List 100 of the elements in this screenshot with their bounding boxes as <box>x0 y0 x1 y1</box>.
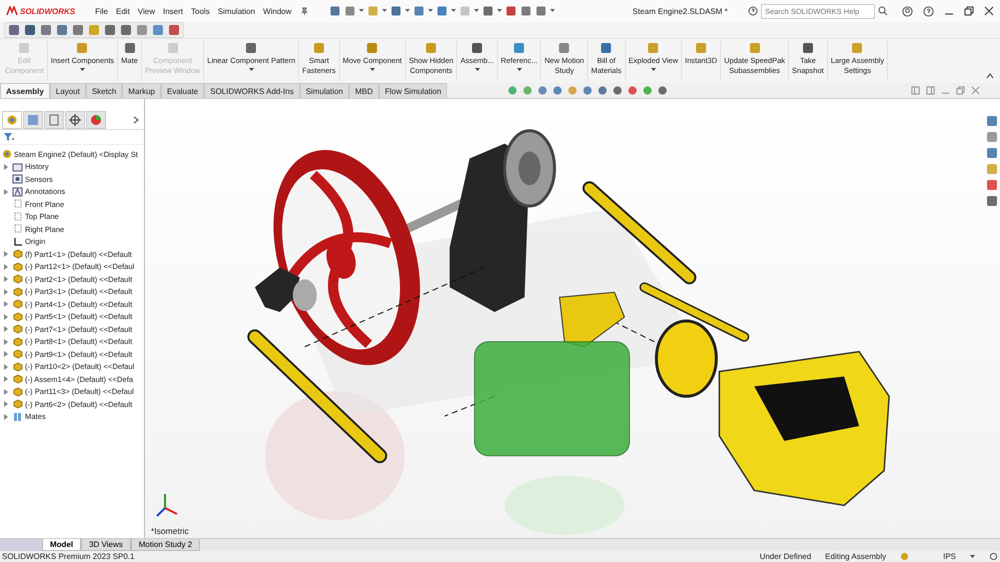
caret-icon[interactable] <box>428 9 433 13</box>
window-title: Steam Engine2.SLDASM * <box>632 6 728 16</box>
part-icon <box>12 386 23 397</box>
bottom-tab[interactable]: Motion Study 2 <box>130 539 200 551</box>
ribbon-tab[interactable]: Layout <box>50 83 86 98</box>
command-icon <box>18 42 30 54</box>
product-version: SOLIDWORKS Premium 2023 SP0.1 <box>2 552 134 561</box>
caret-icon[interactable] <box>650 68 656 72</box>
restore-icon[interactable] <box>964 6 974 16</box>
command-icon <box>366 42 378 54</box>
plane-icon <box>12 212 23 222</box>
caret-icon[interactable] <box>80 68 85 72</box>
caret-icon[interactable] <box>474 68 480 72</box>
unit-system[interactable]: IPS <box>943 552 956 561</box>
plane-icon <box>12 199 23 210</box>
command-icon <box>471 42 484 54</box>
caret-icon[interactable] <box>450 9 456 13</box>
panel-left-icon[interactable] <box>911 86 920 95</box>
origin-icon <box>12 236 23 247</box>
plane-icon <box>12 224 23 234</box>
menu-item[interactable]: View <box>138 6 155 16</box>
editing-status: Editing Assembly <box>825 552 886 561</box>
search-icon[interactable] <box>878 6 888 16</box>
logo-icon <box>6 6 18 16</box>
menu-item[interactable]: Tools <box>191 6 210 16</box>
menu-item[interactable]: Window <box>263 6 292 16</box>
options-icon[interactable] <box>989 552 998 561</box>
command-icon <box>312 42 325 54</box>
view-orientation-label: *Isometric <box>151 526 189 536</box>
command-icon <box>558 42 570 54</box>
part-icon <box>12 299 23 310</box>
menu-item[interactable]: Simulation <box>218 6 256 16</box>
caret-icon[interactable] <box>550 9 555 13</box>
chevron-right-icon[interactable] <box>133 116 139 124</box>
caret-icon[interactable] <box>516 68 522 72</box>
user-icon[interactable] <box>902 6 913 16</box>
bottom-tab[interactable]: Model <box>42 539 82 551</box>
ribbon-tab[interactable]: MBD <box>349 83 379 98</box>
annotation-icon <box>12 186 23 197</box>
part-icon <box>12 362 23 372</box>
caret-icon[interactable] <box>496 9 502 13</box>
command-icon <box>600 42 612 54</box>
caret-icon[interactable] <box>382 9 387 13</box>
command-icon <box>425 42 438 54</box>
command-icon <box>802 42 814 54</box>
caret-icon[interactable] <box>970 554 975 558</box>
display-tab[interactable] <box>86 111 106 129</box>
assembly-icon <box>2 149 12 160</box>
command-icon <box>76 42 88 54</box>
ribbon-tab[interactable]: Simulation <box>300 83 350 98</box>
caret-icon[interactable] <box>358 9 364 13</box>
command-icon <box>695 42 708 54</box>
part-icon <box>12 374 23 384</box>
ribbon-tab[interactable]: Evaluate <box>160 83 204 98</box>
menu-item[interactable]: Edit <box>116 6 130 16</box>
expand-arrow-icon[interactable] <box>4 188 8 195</box>
part-icon <box>12 399 23 410</box>
property-tab[interactable] <box>23 111 43 129</box>
help-icon <box>748 6 758 16</box>
bottom-tab[interactable]: 3D Views <box>81 539 131 551</box>
command-icon <box>748 42 761 54</box>
caret-icon[interactable] <box>370 68 375 72</box>
command-icon <box>647 42 660 54</box>
part-icon <box>12 262 23 272</box>
rebuild-icon[interactable] <box>900 552 910 561</box>
panel-right-icon[interactable] <box>926 86 935 95</box>
feature-tree-tab[interactable] <box>2 111 22 129</box>
part-icon <box>12 249 23 260</box>
part-icon <box>12 312 23 322</box>
part-icon <box>12 286 23 297</box>
menu-item[interactable]: File <box>95 6 108 16</box>
filter-icon[interactable] <box>3 132 15 142</box>
command-icon <box>166 42 179 54</box>
command-icon <box>245 42 258 54</box>
caret-icon[interactable] <box>404 9 410 13</box>
axis-triad-icon <box>155 492 179 518</box>
part-icon <box>12 274 23 284</box>
sensor-icon <box>12 174 23 184</box>
close-icon[interactable] <box>984 6 994 16</box>
part-icon <box>12 324 23 334</box>
menu-item[interactable]: Insert <box>163 6 184 16</box>
ribbon-tab[interactable]: Assembly <box>0 83 50 98</box>
definition-status: Under Defined <box>760 552 812 561</box>
logo-text: SOLIDWORKS <box>20 6 76 16</box>
ribbon-tab[interactable]: Sketch <box>86 83 122 98</box>
command-icon <box>513 42 526 54</box>
caret-icon[interactable] <box>474 9 479 13</box>
command-icon <box>851 42 864 54</box>
dimxpert-tab[interactable] <box>65 111 85 129</box>
collapse-icon[interactable] <box>986 73 994 79</box>
mates-icon <box>12 412 23 422</box>
ribbon-tab[interactable]: SOLIDWORKS Add-Ins <box>204 83 300 98</box>
command-icon <box>124 42 136 54</box>
caret-icon[interactable] <box>248 68 254 72</box>
expand-arrow-icon[interactable] <box>4 164 8 170</box>
ribbon-tab[interactable]: Flow Simulation <box>378 83 448 98</box>
help-icon[interactable] <box>923 6 934 16</box>
ribbon-tab[interactable]: Markup <box>122 83 161 98</box>
part-icon <box>12 349 23 360</box>
configuration-tab[interactable] <box>44 111 64 129</box>
